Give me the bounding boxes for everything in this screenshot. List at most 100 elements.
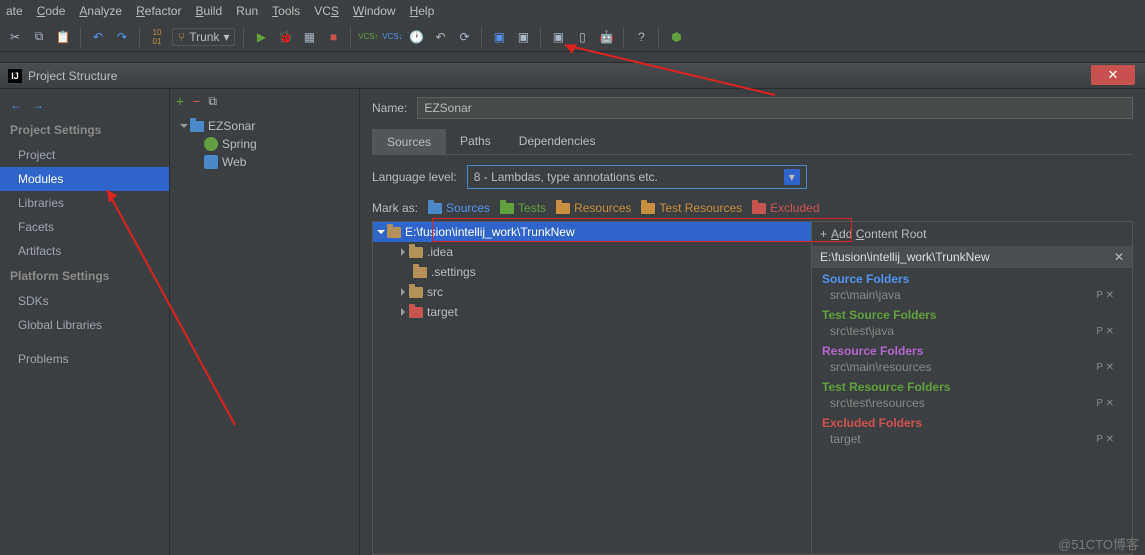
edit-icon[interactable]: P ✕ bbox=[1096, 398, 1114, 409]
expand-icon[interactable] bbox=[377, 230, 385, 234]
copy-icon[interactable]: ⧉ bbox=[30, 28, 48, 46]
sidebar-item-libraries[interactable]: Libraries bbox=[0, 191, 169, 215]
sidebar-item-global-libraries[interactable]: Global Libraries bbox=[0, 313, 169, 337]
menu-item[interactable]: Run bbox=[236, 4, 258, 18]
module-tabs: SourcesPathsDependencies bbox=[372, 129, 1133, 155]
main-toolbar: ✂ ⧉ 📋 ↶ ↷ 1001 ⑂ Trunk ▾ ▶ 🐞 ▦ ■ VCS↑ VC… bbox=[0, 22, 1145, 52]
history-icon[interactable]: 🕐 bbox=[407, 28, 425, 46]
binary-icon[interactable]: 1001 bbox=[148, 28, 166, 46]
menu-item[interactable]: VCS bbox=[314, 4, 339, 18]
help-icon[interactable]: ? bbox=[632, 28, 650, 46]
edit-icon[interactable]: P ✕ bbox=[1096, 434, 1114, 445]
name-input[interactable] bbox=[417, 97, 1133, 119]
sidebar-item-artifacts[interactable]: Artifacts bbox=[0, 239, 169, 263]
folder-icon bbox=[500, 203, 514, 214]
add-content-root-label: Add Content Root bbox=[831, 227, 926, 241]
mark-resources-button[interactable]: Resources bbox=[556, 201, 631, 215]
avd-icon[interactable]: ▯ bbox=[573, 28, 591, 46]
stop-icon[interactable]: ■ bbox=[324, 28, 342, 46]
facet-spring[interactable]: Spring bbox=[170, 135, 359, 153]
sidebar-item-sdks[interactable]: SDKs bbox=[0, 289, 169, 313]
folder-entry[interactable]: target P ✕ bbox=[812, 430, 1132, 448]
branch-selector[interactable]: ⑂ Trunk ▾ bbox=[172, 28, 235, 46]
separator bbox=[243, 27, 244, 47]
jrebel-icon[interactable]: ⬢ bbox=[667, 28, 685, 46]
language-level-value: 8 - Lambdas, type annotations etc. bbox=[474, 170, 658, 184]
remove-icon[interactable]: − bbox=[192, 93, 200, 109]
facet-web[interactable]: Web bbox=[170, 153, 359, 171]
separator bbox=[623, 27, 624, 47]
content-split: E:\fusion\intellij_work\TrunkNew .idea.s… bbox=[372, 221, 1133, 555]
paste-icon[interactable]: 📋 bbox=[54, 28, 72, 46]
mark-tests-button[interactable]: Tests bbox=[500, 201, 546, 215]
language-level-row: Language level: 8 - Lambdas, type annota… bbox=[372, 165, 1133, 189]
tab-dependencies[interactable]: Dependencies bbox=[505, 129, 610, 154]
vcs-down-icon[interactable]: VCS↓ bbox=[383, 28, 401, 46]
menu-item[interactable]: ate bbox=[6, 4, 23, 18]
forward-icon[interactable]: → bbox=[32, 98, 44, 112]
separator bbox=[658, 27, 659, 47]
run-icon[interactable]: ▶ bbox=[252, 28, 270, 46]
copy-icon[interactable]: ⧉ bbox=[208, 94, 217, 109]
sync-icon[interactable]: ⟳ bbox=[455, 28, 473, 46]
tab-paths[interactable]: Paths bbox=[446, 129, 505, 154]
mark-test-resources-button[interactable]: Test Resources bbox=[641, 201, 742, 215]
tree-root[interactable]: E:\fusion\intellij_work\TrunkNew bbox=[373, 222, 811, 242]
back-icon[interactable]: ← bbox=[10, 98, 22, 112]
structure-icon[interactable]: ▣ bbox=[490, 28, 508, 46]
watermark: @51CTO博客 bbox=[1058, 534, 1139, 553]
dropdown-icon: ▾ bbox=[784, 169, 800, 185]
expand-icon[interactable] bbox=[401, 288, 405, 296]
folder-category-heading: Test Source Folders bbox=[812, 304, 1132, 322]
settings-icon[interactable]: ▣ bbox=[514, 28, 532, 46]
sidebar-item-problems[interactable]: Problems bbox=[0, 347, 169, 371]
content-root-path: E:\fusion\intellij_work\TrunkNew bbox=[820, 250, 990, 264]
folder-icon bbox=[387, 227, 401, 238]
tree-root-label: E:\fusion\intellij_work\TrunkNew bbox=[405, 225, 575, 239]
revert-icon[interactable]: ↶ bbox=[431, 28, 449, 46]
coverage-icon[interactable]: ▦ bbox=[300, 28, 318, 46]
undo-icon[interactable]: ↶ bbox=[89, 28, 107, 46]
tree-item[interactable]: .idea bbox=[373, 242, 811, 262]
android-icon[interactable]: 🤖 bbox=[597, 28, 615, 46]
tab-sources[interactable]: Sources bbox=[372, 129, 446, 155]
expand-icon[interactable] bbox=[401, 308, 405, 316]
sidebar-item-project[interactable]: Project bbox=[0, 143, 169, 167]
tree-item[interactable]: src bbox=[373, 282, 811, 302]
mark-sources-button[interactable]: Sources bbox=[428, 201, 490, 215]
sidebar-item-facets[interactable]: Facets bbox=[0, 215, 169, 239]
menu-item[interactable]: Window bbox=[353, 4, 396, 18]
menu-item[interactable]: Help bbox=[410, 4, 435, 18]
edit-icon[interactable]: P ✕ bbox=[1096, 326, 1114, 337]
add-icon[interactable]: + bbox=[176, 93, 184, 109]
folder-entry[interactable]: src\test\resourcesP ✕ bbox=[812, 394, 1132, 412]
tree-item-label: src bbox=[427, 285, 443, 299]
cut-icon[interactable]: ✂ bbox=[6, 28, 24, 46]
folder-entry[interactable]: src\main\resourcesP ✕ bbox=[812, 358, 1132, 376]
folder-path: target bbox=[830, 432, 861, 446]
redo-icon[interactable]: ↷ bbox=[113, 28, 131, 46]
sidebar-item-modules[interactable]: Modules bbox=[0, 167, 169, 191]
folder-entry[interactable]: src\main\javaP ✕ bbox=[812, 286, 1132, 304]
menu-item[interactable]: Refactor bbox=[136, 4, 181, 18]
edit-icon[interactable]: P ✕ bbox=[1096, 290, 1114, 301]
close-button[interactable]: ✕ bbox=[1091, 65, 1135, 85]
edit-icon[interactable]: P ✕ bbox=[1096, 362, 1114, 373]
sdk-icon[interactable]: ▣ bbox=[549, 28, 567, 46]
vcs-up-icon[interactable]: VCS↑ bbox=[359, 28, 377, 46]
menu-item[interactable]: Analyze bbox=[79, 4, 122, 18]
remove-root-icon[interactable]: ✕ bbox=[1114, 250, 1124, 264]
menu-item[interactable]: Build bbox=[195, 4, 222, 18]
language-level-select[interactable]: 8 - Lambdas, type annotations etc. ▾ bbox=[467, 165, 807, 189]
menu-item[interactable]: Code bbox=[37, 4, 66, 18]
debug-icon[interactable]: 🐞 bbox=[276, 28, 294, 46]
expand-icon[interactable] bbox=[401, 248, 405, 256]
module-node[interactable]: EZSonar bbox=[170, 117, 359, 135]
folder-entry[interactable]: src\test\javaP ✕ bbox=[812, 322, 1132, 340]
menu-item[interactable]: Tools bbox=[272, 4, 300, 18]
tree-item[interactable]: target bbox=[373, 302, 811, 322]
expand-icon[interactable] bbox=[180, 124, 188, 128]
mark-excluded-button[interactable]: Excluded bbox=[752, 201, 819, 215]
add-content-root-button[interactable]: + Add Content Root bbox=[812, 222, 1132, 246]
tree-item[interactable]: .settings bbox=[373, 262, 811, 282]
